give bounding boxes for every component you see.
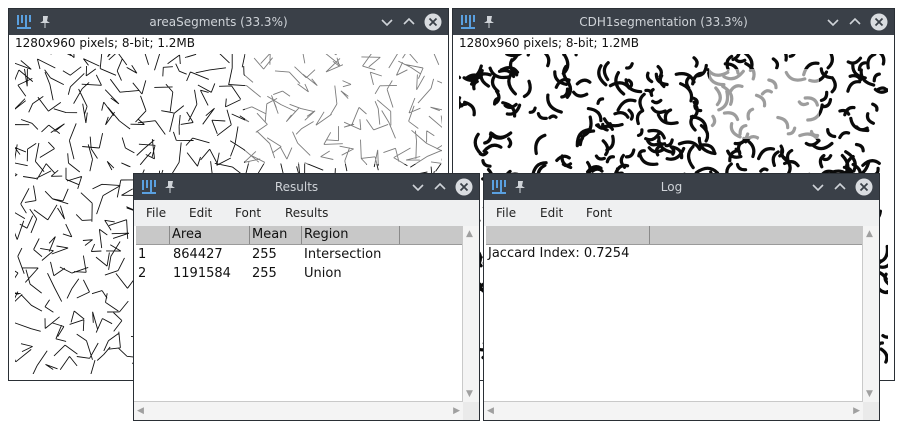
pin-icon[interactable] <box>514 180 526 194</box>
imagej-icon[interactable] <box>15 13 33 31</box>
log-line: Jaccard Index: 0.7254 <box>488 246 630 261</box>
log-column <box>486 226 650 244</box>
close-icon[interactable] <box>455 178 473 196</box>
minimize-icon[interactable] <box>809 178 827 196</box>
results-titlebar[interactable]: Results <box>134 174 479 200</box>
table-row[interactable]: 2 1191584 255 Union <box>136 264 463 283</box>
vertical-scrollbar[interactable]: ▲ ▼ <box>862 226 879 402</box>
scroll-right-icon[interactable]: ▶ <box>853 406 860 416</box>
mean-cell: 255 <box>252 247 277 262</box>
imagej-icon[interactable] <box>140 178 158 196</box>
maximize-icon[interactable] <box>846 13 864 31</box>
maximize-icon[interactable] <box>431 178 449 196</box>
menu-results[interactable]: Results <box>285 200 328 226</box>
mean-cell: 255 <box>252 266 277 281</box>
vertical-scrollbar[interactable]: ▲ ▼ <box>462 226 479 402</box>
area-cell: 1191584 <box>173 266 231 281</box>
log-titlebar[interactable]: Log <box>484 174 879 200</box>
table-header: Area Mean Region <box>136 226 463 245</box>
minimize-icon[interactable] <box>824 13 842 31</box>
scroll-right-icon[interactable]: ▶ <box>453 406 460 416</box>
row-index: 1 <box>138 247 147 262</box>
horizontal-scrollbar[interactable]: ◀ ▶ <box>134 401 463 420</box>
log-header <box>486 226 863 245</box>
region-cell: Intersection <box>304 247 382 262</box>
window-title: CDH1segmentation (33.3%) <box>579 15 748 29</box>
scroll-left-icon[interactable]: ◀ <box>137 406 144 416</box>
window-title: areaSegments (33.3%) <box>149 15 288 29</box>
close-icon[interactable] <box>855 178 873 196</box>
pin-icon[interactable] <box>164 180 176 194</box>
maximize-icon[interactable] <box>400 13 418 31</box>
minimize-icon[interactable] <box>378 13 396 31</box>
results-table[interactable]: Area Mean Region 1 864427 255 Intersecti… <box>136 226 463 402</box>
menu-edit[interactable]: Edit <box>189 200 212 226</box>
pin-icon[interactable] <box>483 15 495 29</box>
results-window[interactable]: Results File Edit Font Results Area Mean… <box>133 173 480 421</box>
maximize-icon[interactable] <box>831 178 849 196</box>
horizontal-scrollbar[interactable]: ◀ ▶ <box>484 401 863 420</box>
menu-font[interactable]: Font <box>235 200 261 226</box>
pin-icon[interactable] <box>39 15 51 29</box>
cdh1-titlebar[interactable]: CDH1segmentation (33.3%) <box>453 9 894 35</box>
imagej-icon[interactable] <box>459 13 477 31</box>
imagej-icon[interactable] <box>490 178 508 196</box>
minimize-icon[interactable] <box>409 178 427 196</box>
menu-file[interactable]: File <box>496 200 516 226</box>
area-cell: 864427 <box>173 247 223 262</box>
table-row[interactable]: 1 864427 255 Intersection <box>136 245 463 264</box>
log-menubar: File Edit Font <box>484 200 879 226</box>
image-info: 1280x960 pixels; 8-bit; 1.2MB <box>459 36 640 50</box>
scroll-down-icon[interactable]: ▼ <box>466 389 473 399</box>
region-cell: Union <box>304 266 342 281</box>
window-title: Log <box>660 180 683 194</box>
scroll-corner <box>863 402 879 420</box>
results-menubar: File Edit Font Results <box>134 200 479 226</box>
image-info: 1280x960 pixels; 8-bit; 1.2MB <box>15 36 196 50</box>
area-segments-titlebar[interactable]: areaSegments (33.3%) <box>9 9 448 35</box>
scroll-left-icon[interactable]: ◀ <box>487 406 494 416</box>
scroll-down-icon[interactable]: ▼ <box>866 389 873 399</box>
scroll-up-icon[interactable]: ▲ <box>866 229 873 239</box>
log-window[interactable]: Log File Edit Font Jaccard Index: 0.7254… <box>483 173 880 421</box>
menu-font[interactable]: Font <box>586 200 612 226</box>
log-text-area[interactable]: Jaccard Index: 0.7254 <box>486 226 863 402</box>
window-title: Results <box>274 180 319 194</box>
menu-edit[interactable]: Edit <box>540 200 563 226</box>
menu-file[interactable]: File <box>146 200 166 226</box>
column-header-region[interactable]: Region <box>302 226 400 244</box>
column-header-area[interactable]: Area <box>170 226 250 244</box>
scroll-corner <box>463 402 479 420</box>
row-index: 2 <box>138 266 147 281</box>
column-header-mean[interactable]: Mean <box>250 226 302 244</box>
close-icon[interactable] <box>870 13 888 31</box>
close-icon[interactable] <box>424 13 442 31</box>
scroll-up-icon[interactable]: ▲ <box>466 229 473 239</box>
column-header-index[interactable] <box>136 226 170 244</box>
